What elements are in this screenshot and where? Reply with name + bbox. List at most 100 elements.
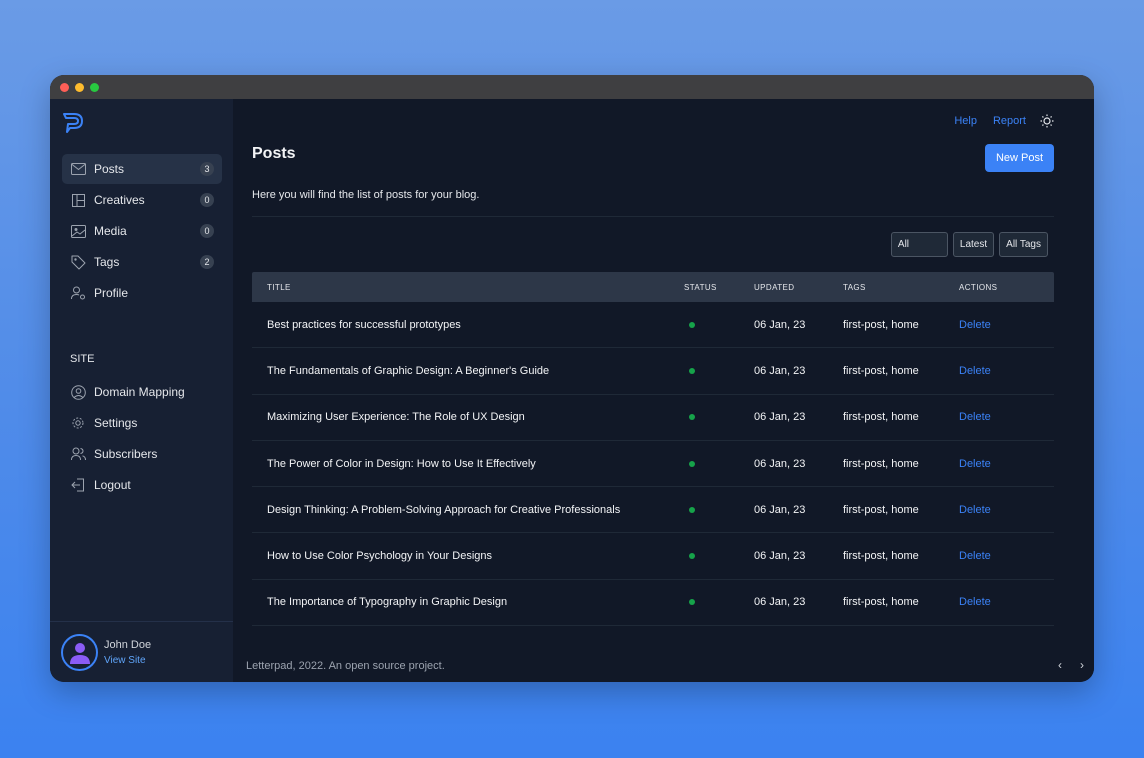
sidebar-item-subscribers[interactable]: Subscribers — [62, 439, 222, 469]
tag-icon — [70, 254, 86, 270]
user-circle-icon — [70, 384, 86, 400]
delete-link[interactable]: Delete — [959, 596, 991, 608]
column-header-title[interactable]: TITLE — [252, 283, 669, 292]
tags-cell: first-post, home — [843, 503, 919, 516]
column-header-actions: ACTIONS — [959, 282, 998, 292]
help-link[interactable]: Help — [954, 115, 977, 127]
site-nav: Domain Mapping Settings Subscribers Logo… — [62, 377, 222, 501]
count-badge: 0 — [200, 193, 214, 207]
delete-link[interactable]: Delete — [959, 550, 991, 562]
main-nav: Posts 3 Creatives 0 Media 0 Tags 2 Profi… — [62, 154, 222, 309]
previous-page-button[interactable]: ‹ — [1058, 658, 1062, 672]
actions-cell: Delete — [944, 411, 1054, 423]
table-row[interactable]: The Importance of Typography in Graphic … — [252, 580, 1054, 627]
sun-icon[interactable] — [1040, 114, 1054, 128]
delete-link[interactable]: Delete — [959, 504, 991, 516]
sidebar-item-tags[interactable]: Tags 2 — [62, 247, 222, 277]
updated-cell: 06 Jan, 23 — [754, 550, 806, 563]
layout-icon — [70, 192, 86, 208]
delete-link[interactable]: Delete — [959, 458, 991, 470]
post-title[interactable]: Maximizing User Experience: The Role of … — [252, 411, 669, 423]
logout-icon — [70, 477, 86, 493]
count-badge: 0 — [200, 224, 214, 238]
actions-cell: Delete — [944, 504, 1054, 516]
status-filter-select[interactable]: All — [890, 232, 948, 257]
count-badge: 2 — [200, 255, 214, 269]
sidebar-item-posts[interactable]: Posts 3 — [62, 154, 222, 184]
table-row[interactable]: Maximizing User Experience: The Role of … — [252, 395, 1054, 441]
table-row[interactable]: How to Use Color Psychology in Your Desi… — [252, 533, 1054, 580]
sidebar-item-label: Profile — [94, 286, 129, 300]
sidebar-item-media[interactable]: Media 0 — [62, 216, 222, 246]
table-header: TITLE STATUS UPDATED TAGS ACTIONS — [252, 272, 1054, 302]
gear-icon — [70, 415, 86, 431]
actions-cell: Delete — [944, 596, 1054, 608]
actions-cell: Delete — [944, 550, 1054, 562]
table-row[interactable]: Design Thinking: A Problem-Solving Appro… — [252, 487, 1054, 534]
status-cell — [669, 367, 739, 374]
actions-cell: Delete — [944, 319, 1054, 331]
letterpad-logo-icon[interactable] — [62, 110, 86, 134]
delete-link[interactable]: Delete — [959, 365, 991, 377]
sort-filter-select[interactable]: Latest — [952, 232, 995, 257]
user-name: John Doe — [104, 638, 152, 651]
table-row[interactable]: Best practices for successful prototypes… — [252, 302, 1054, 349]
sidebar-item-label: Creatives — [94, 193, 145, 207]
maximize-window-button[interactable] — [90, 83, 99, 92]
status-cell — [669, 506, 739, 513]
status-dot-icon — [689, 460, 695, 467]
next-page-button[interactable]: › — [1080, 658, 1084, 672]
post-title[interactable]: The Fundamentals of Graphic Design: A Be… — [252, 365, 669, 377]
delete-link[interactable]: Delete — [959, 411, 991, 423]
column-header-updated[interactable]: UPDATED — [739, 283, 828, 292]
post-title[interactable]: How to Use Color Psychology in Your Desi… — [252, 550, 669, 562]
table-row[interactable]: The Power of Color in Design: How to Use… — [252, 441, 1054, 488]
user-info: John Doe View Site — [104, 639, 151, 666]
status-dot-icon — [689, 506, 695, 513]
post-title[interactable]: Best practices for successful prototypes — [252, 319, 669, 331]
updated-cell: 06 Jan, 23 — [754, 457, 806, 470]
title-bar — [50, 75, 1094, 99]
post-title[interactable]: The Power of Color in Design: How to Use… — [252, 458, 669, 470]
tags-filter-select[interactable]: All Tags — [999, 232, 1048, 257]
sidebar-item-settings[interactable]: Settings — [62, 408, 222, 438]
close-window-button[interactable] — [60, 83, 69, 92]
sidebar-item-label: Logout — [94, 478, 131, 492]
minimize-window-button[interactable] — [75, 83, 84, 92]
sidebar-item-creatives[interactable]: Creatives 0 — [62, 185, 222, 215]
sidebar-item-domain-mapping[interactable]: Domain Mapping — [62, 377, 222, 407]
avatar[interactable] — [61, 633, 98, 671]
divider — [252, 216, 1054, 217]
users-icon — [70, 446, 86, 462]
post-title[interactable]: Design Thinking: A Problem-Solving Appro… — [252, 504, 669, 516]
sidebar-item-profile[interactable]: Profile — [62, 278, 222, 308]
tags-cell: first-post, home — [843, 457, 919, 470]
delete-link[interactable]: Delete — [959, 319, 991, 331]
updated-cell: 06 Jan, 23 — [754, 596, 806, 609]
updated-cell: 06 Jan, 23 — [754, 318, 806, 331]
count-badge: 3 — [200, 162, 214, 176]
mail-icon — [70, 161, 86, 177]
tags-cell: first-post, home — [843, 318, 919, 331]
column-header-status[interactable]: STATUS — [669, 283, 739, 292]
updated-cell: 06 Jan, 23 — [754, 503, 806, 516]
sidebar-item-label: Subscribers — [94, 447, 158, 461]
sidebar: Posts 3 Creatives 0 Media 0 Tags 2 Profi… — [50, 99, 234, 682]
status-cell — [669, 414, 739, 421]
updated-cell: 06 Jan, 23 — [754, 364, 806, 377]
status-dot-icon — [689, 553, 695, 560]
status-dot-icon — [689, 414, 695, 421]
report-link[interactable]: Report — [993, 115, 1026, 127]
top-links: Help Report — [938, 114, 1054, 128]
sidebar-item-logout[interactable]: Logout — [62, 470, 222, 500]
image-icon — [70, 223, 86, 239]
view-site-link[interactable]: View Site — [104, 655, 151, 666]
section-label-site: SITE — [70, 353, 95, 365]
table-row[interactable]: The Fundamentals of Graphic Design: A Be… — [252, 348, 1054, 395]
sidebar-item-label: Media — [94, 224, 127, 238]
post-title[interactable]: The Importance of Typography in Graphic … — [252, 596, 669, 608]
footer-text: Letterpad, 2022. An open source project. — [246, 660, 445, 672]
new-post-button[interactable]: New Post — [985, 144, 1054, 172]
app-window: Posts 3 Creatives 0 Media 0 Tags 2 Profi… — [50, 75, 1094, 682]
column-header-tags[interactable]: TAGS — [828, 283, 944, 292]
